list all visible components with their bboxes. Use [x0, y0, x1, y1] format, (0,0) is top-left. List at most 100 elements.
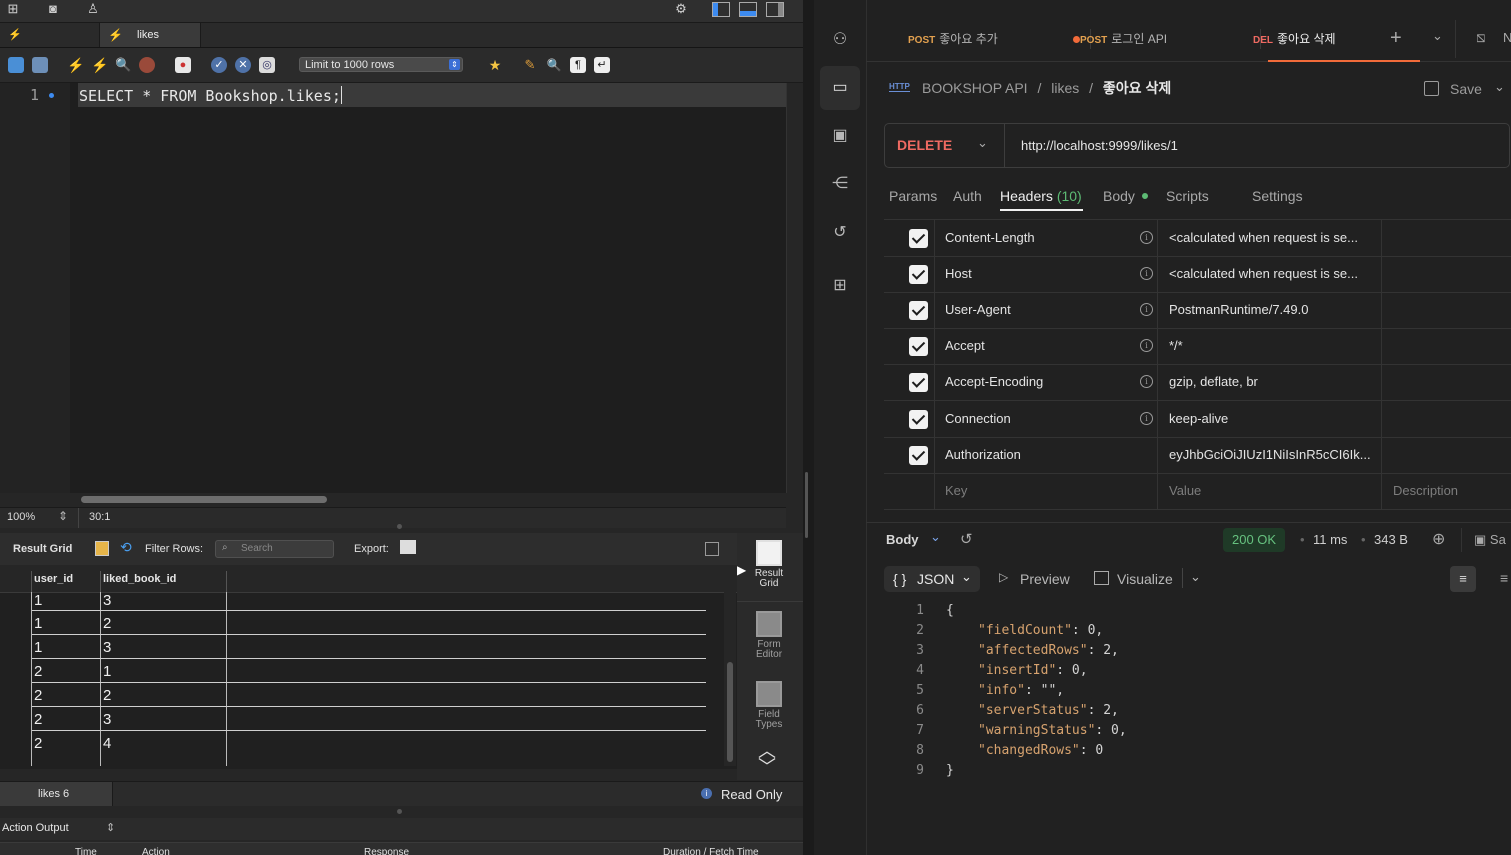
body-chevron-icon[interactable]: ⌄ [930, 529, 941, 545]
sql-lightning-icon[interactable]: ⚡ [8, 23, 22, 47]
explain-icon[interactable]: 🔍 [115, 57, 131, 73]
header-key[interactable]: Content-Length [945, 220, 1035, 256]
header-value[interactable]: */* [1169, 328, 1183, 364]
add-apps-icon[interactable]: ⊞ [828, 274, 852, 298]
column-header-user-id[interactable]: user_id [34, 573, 73, 585]
visualize-chevron-icon[interactable]: ⌄ [1190, 569, 1201, 585]
grid-vertical-scrollbar[interactable] [724, 592, 736, 766]
window-divider[interactable] [803, 0, 814, 855]
tab-scripts[interactable]: Scripts [1166, 183, 1209, 209]
header-value[interactable]: gzip, deflate, br [1169, 364, 1258, 400]
migration-icon[interactable]: ♙ [84, 1, 102, 17]
form-editor-button[interactable]: Form Editor [737, 611, 801, 660]
cell-liked-book-id[interactable]: 1 [103, 663, 111, 680]
breadcrumb-folder[interactable]: likes [1051, 80, 1079, 96]
execute-icon[interactable]: ⚡ [67, 57, 84, 73]
action-output-select[interactable]: Action Output [2, 822, 69, 834]
cell-user-id[interactable]: 2 [34, 687, 42, 704]
cell-liked-book-id[interactable]: 3 [103, 711, 111, 728]
save-response-icon[interactable]: ▣ Sa [1474, 532, 1506, 548]
toggle-sidebar-icon[interactable] [712, 2, 730, 17]
new-description-input[interactable]: Description [1393, 473, 1458, 509]
response-size[interactable]: 343 B [1374, 532, 1408, 547]
grid-view-icon[interactable] [95, 541, 109, 556]
cell-liked-book-id[interactable]: 2 [103, 687, 111, 704]
header-value[interactable]: <calculated when request is se... [1169, 256, 1358, 292]
team-icon[interactable]: ⚇ [828, 28, 852, 52]
breadcrumb-collection[interactable]: BOOKSHOP API [922, 80, 1028, 96]
save-file-icon[interactable] [32, 57, 48, 73]
header-key[interactable]: Host [945, 256, 972, 292]
toggle-wrap-cell-icon[interactable] [705, 542, 719, 556]
autocommit-icon[interactable]: ◎ [259, 57, 275, 73]
history-icon[interactable]: ↺ [828, 221, 852, 245]
header-value[interactable]: eyJhbGciOiJIUzI1NiIsInR5cCI6Ik... [1169, 437, 1371, 473]
cell-user-id[interactable]: 2 [34, 735, 42, 752]
header-enabled-checkbox[interactable] [909, 410, 928, 429]
environment-selector[interactable]: N [1503, 30, 1511, 45]
beautify-icon[interactable]: ★ [487, 57, 503, 73]
tab-headers[interactable]: Headers (10) [1000, 183, 1082, 209]
header-row[interactable]: Accept-Encoding i gzip, deflate, br [884, 364, 1511, 401]
filter-search-input[interactable]: ⌕ Search [215, 540, 334, 558]
no-environment-icon[interactable]: ⧅ [1476, 29, 1486, 46]
cell-liked-book-id[interactable]: 3 [103, 639, 111, 656]
panel-scroll-chevrons-icon[interactable]: ︿ ﹀ [758, 742, 776, 776]
header-enabled-checkbox[interactable] [909, 337, 928, 356]
toggle-continue-icon[interactable]: ● [175, 57, 191, 73]
url-input[interactable]: http://localhost:9999/likes/1 [1021, 124, 1178, 167]
rollback-icon[interactable]: ✕ [235, 57, 251, 73]
cell-user-id[interactable]: 2 [34, 663, 42, 680]
tab-params[interactable]: Params [889, 183, 937, 209]
header-key[interactable]: Connection [945, 401, 1011, 437]
environments-icon[interactable]: ▣ [828, 124, 852, 148]
window-divider-handle[interactable] [805, 472, 808, 538]
cell-user-id[interactable]: 1 [34, 615, 42, 632]
stop-icon[interactable] [139, 57, 155, 73]
header-enabled-checkbox[interactable] [909, 373, 928, 392]
commit-icon[interactable]: ✓ [211, 57, 227, 73]
save-dropdown-chevron-icon[interactable]: ⌄ [1494, 79, 1505, 95]
column-header-liked-book-id[interactable]: liked_book_id [103, 573, 176, 585]
collections-icon[interactable]: ▭ [828, 76, 852, 100]
limit-rows-select[interactable]: Limit to 1000 rows ⇕ [299, 57, 463, 72]
response-history-icon[interactable]: ↺ [960, 530, 973, 548]
save-button[interactable]: Save [1424, 78, 1484, 100]
toggle-output-icon[interactable] [739, 2, 757, 17]
new-header-row[interactable]: Key Value Description [884, 473, 1511, 510]
open-file-icon[interactable] [8, 57, 24, 73]
new-connection-icon[interactable]: ⊞ [4, 1, 22, 17]
cell-user-id[interactable]: 2 [34, 711, 42, 728]
zoom-stepper-icon[interactable]: ⇕ [58, 509, 68, 523]
header-enabled-checkbox[interactable] [909, 446, 928, 465]
header-value[interactable]: <calculated when request is se... [1169, 220, 1358, 256]
tab-settings[interactable]: Settings [1252, 183, 1303, 209]
wrap-lines-icon[interactable]: ↵ [594, 57, 610, 73]
header-key[interactable]: Accept [945, 328, 985, 364]
response-body-code[interactable]: 1{ 2 "fieldCount": 0, 3 "affectedRows": 2,… [884, 601, 1511, 791]
header-row[interactable]: Accept i */* [884, 328, 1511, 365]
visualize-button[interactable]: Visualize [1117, 571, 1173, 587]
scrollbar-thumb[interactable] [81, 496, 327, 503]
invisible-chars-icon[interactable]: ¶ [570, 57, 586, 73]
header-enabled-checkbox[interactable] [909, 301, 928, 320]
result-tab[interactable]: likes 6 [0, 782, 113, 806]
toggle-secondary-sidebar-icon[interactable] [766, 2, 784, 17]
format-select[interactable]: { } JSON ⌄ [884, 566, 980, 592]
new-key-input[interactable]: Key [945, 473, 967, 509]
splitter-handle[interactable] [397, 524, 402, 529]
refresh-icon[interactable]: ⟲ [120, 539, 132, 556]
tab-body[interactable]: Body [1103, 183, 1148, 209]
result-grid-button[interactable]: Result Grid [737, 540, 801, 589]
new-tab-plus-icon[interactable]: + [1390, 26, 1402, 50]
tabs-dropdown-chevron-icon[interactable]: ⌄ [1432, 28, 1443, 44]
cell-user-id[interactable]: 1 [34, 592, 42, 609]
network-globe-icon[interactable]: ⊕ [1432, 529, 1445, 549]
inspector-icon[interactable]: ◙ [44, 1, 62, 17]
header-row[interactable]: Connection i keep-alive [884, 401, 1511, 438]
header-row[interactable]: Content-Length i <calculated when request … [884, 220, 1511, 257]
snippet-icon[interactable]: ✎ [522, 57, 538, 73]
tab-like-delete[interactable]: DEL 좋아요 삭제 [1253, 0, 1336, 61]
header-key[interactable]: User-Agent [945, 292, 1011, 328]
field-types-button[interactable]: Field Types [737, 681, 801, 730]
